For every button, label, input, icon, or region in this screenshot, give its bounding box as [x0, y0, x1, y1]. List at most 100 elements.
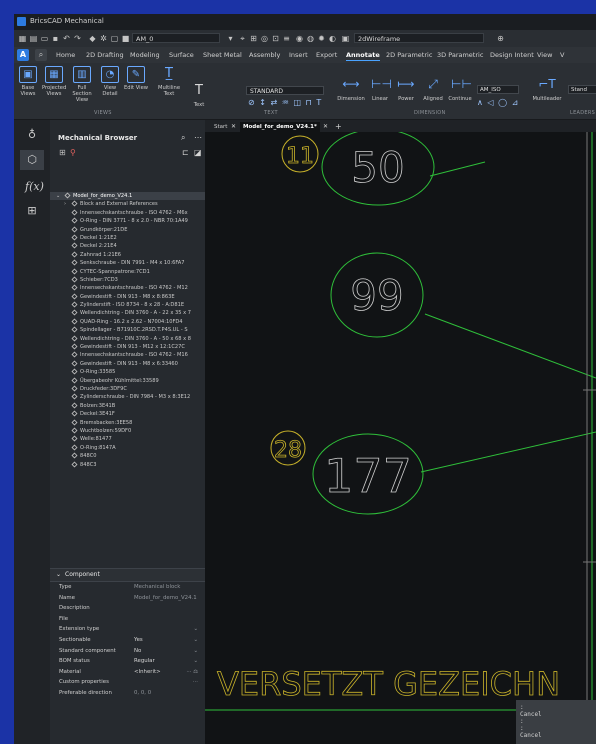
expand-icon[interactable]: ◪ — [194, 148, 202, 157]
layer-color-icon[interactable]: ■ — [121, 34, 130, 43]
tree-item[interactable]: 848C3 — [50, 460, 205, 469]
base-views-button[interactable]: ▣ Base Views — [16, 66, 40, 97]
tab-2d-parametric[interactable]: 2D Parametric — [386, 51, 432, 59]
multileader-button[interactable]: ⌐T Multileader — [532, 77, 562, 102]
property-row[interactable]: Material <Inherit> ··· ⚖ — [50, 667, 205, 678]
grid-icon[interactable]: ▦ — [18, 34, 27, 43]
close-icon[interactable]: ✕ — [231, 123, 236, 130]
text-tools-icons[interactable]: ⊘ ↕ ⇄ ♒ ◫ ⊓ T — [248, 98, 322, 107]
tree-item[interactable]: Zylinderschraube - DIN 7984 - M3 x 8:3E1… — [50, 393, 205, 401]
properties-section-header[interactable]: ⌄ Component — [50, 568, 205, 582]
more-icon[interactable]: ⋯ — [194, 133, 202, 142]
chevron-down-icon[interactable]: ⌄ — [56, 192, 60, 200]
dimension-style-dropdown[interactable]: AM_ISO — [477, 85, 519, 94]
tab-start[interactable]: Start — [211, 122, 230, 132]
property-row[interactable]: Type Mechanical block — [50, 582, 205, 593]
dimension-tools-icons[interactable]: ∧ ◁ ◯ ⊿ — [477, 98, 519, 107]
tab-3d-parametric[interactable]: 3D Parametric — [437, 51, 483, 59]
tree-item[interactable]: Gewindestift - DIN 913 - M8 x 6:33460 — [50, 360, 205, 368]
tree-item[interactable]: Innensechskantschraube - ISO 4762 - M12 — [50, 284, 205, 292]
polar-icon[interactable]: ◎ — [260, 34, 269, 43]
tree-item[interactable]: O-Ring - DIN 3771 - 8 x 2.0 - NBR 70:1A4… — [50, 217, 205, 225]
tab-modeling[interactable]: Modeling — [130, 51, 160, 59]
aligned-button[interactable]: ⤢ Aligned — [421, 77, 445, 102]
save-icon[interactable]: ▪ — [51, 34, 60, 43]
layer-freeze-icon[interactable]: ✲ — [99, 34, 108, 43]
tree-item[interactable]: Welle:81477 — [50, 435, 205, 443]
close-icon[interactable]: ✕ — [323, 123, 328, 130]
tree-item[interactable]: › Block and External References — [50, 200, 205, 208]
tree-item[interactable]: Grundkörper:21DE — [50, 226, 205, 234]
linear-button[interactable]: ⊢⊣ Linear — [369, 77, 392, 102]
property-row[interactable]: File — [50, 614, 205, 625]
lights-icon[interactable]: ✹ — [317, 34, 326, 43]
edit-view-button[interactable]: ✎ Edit View — [124, 66, 148, 91]
open-file-icon[interactable]: ▭ — [40, 34, 49, 43]
chevron-down-icon[interactable]: ⌄ — [193, 646, 198, 657]
property-row[interactable]: Name Model_for_demo_V24.1 — [50, 593, 205, 604]
tree-item[interactable]: CYTEC-Spannpatrone:7CD1 — [50, 268, 205, 276]
projected-views-button[interactable]: ▦ Projected Views — [42, 66, 66, 97]
property-row[interactable]: Custom properties ··· — [50, 677, 205, 688]
tree-root[interactable]: ⌄ Model_for_demo_V24.1 — [50, 192, 205, 201]
tab-home[interactable]: Home — [56, 51, 75, 59]
property-row[interactable]: Sectionable Yes ⌄ — [50, 635, 205, 646]
search-icon[interactable]: ⌕ — [35, 49, 47, 61]
tab-assembly[interactable]: Assembly — [249, 51, 280, 59]
tab-design-intent[interactable]: Design Intent — [490, 51, 534, 59]
tab-annotate[interactable]: Annotate — [346, 51, 380, 61]
tree-item[interactable]: Zahnrad 1:21E6 — [50, 251, 205, 259]
chevron-down-icon[interactable]: ⌄ — [193, 624, 198, 635]
tree-item[interactable]: Bremsbacken:3EE58 — [50, 419, 205, 427]
search-icon[interactable]: ⌕ — [181, 133, 185, 143]
snap-icon[interactable]: ⌖ — [238, 34, 247, 43]
full-section-view-button[interactable]: ▥ Full Section View — [70, 66, 94, 103]
tree-item[interactable]: 848C0 — [50, 452, 205, 460]
tree-item[interactable]: Deckel 2:21E4 — [50, 242, 205, 250]
lineweight-icon[interactable]: ≡ — [282, 34, 291, 43]
property-extra-icon[interactable]: ··· ⚖ — [186, 667, 198, 678]
filter-icon[interactable]: ⊞ — [59, 148, 66, 157]
ortho-icon[interactable]: ⊞ — [249, 34, 258, 43]
undo-icon[interactable]: ↶ — [62, 34, 71, 43]
new-tab-icon[interactable]: + — [335, 122, 342, 131]
link-icon[interactable]: ⚲ — [70, 148, 76, 157]
chevron-right-icon[interactable]: › — [64, 200, 66, 208]
tab-export[interactable]: Export — [316, 51, 337, 59]
property-value[interactable]: Regular — [134, 656, 155, 667]
property-extra-icon[interactable]: ··· — [193, 677, 198, 688]
tree-item[interactable]: Deckel 1:21E2 — [50, 234, 205, 242]
drawing-svg[interactable]: 50 99 177 11 28 VERSETZT GEZEICHN — [205, 132, 596, 744]
layer-lock-icon[interactable]: ▢ — [110, 34, 119, 43]
property-row[interactable]: Description — [50, 603, 205, 614]
property-value[interactable]: Yes — [134, 635, 143, 646]
chevron-down-icon[interactable]: ⌄ — [193, 635, 198, 646]
visual-style-icon[interactable]: ▣ — [341, 34, 350, 43]
dimension-button[interactable]: ⟷ Dimension — [336, 77, 366, 102]
tree-item[interactable]: O-Ring:8147A — [50, 444, 205, 452]
visual-style-dropdown[interactable]: 2dWireframe — [354, 33, 484, 43]
tree-item[interactable]: Innensechskantschraube - ISO 4762 - M6x — [50, 209, 205, 217]
leader-style-dropdown[interactable]: Stand — [568, 85, 596, 94]
property-value[interactable]: <Inherit> — [134, 667, 161, 678]
sky-icon[interactable]: ◐ — [328, 34, 337, 43]
tree-item[interactable]: Gewindestift - DIN 913 - M12 x 12:1C27C — [50, 343, 205, 351]
layer-dropdown[interactable]: AM_0 — [132, 33, 220, 43]
tree-item[interactable]: Deckel:3E41F — [50, 410, 205, 418]
property-row[interactable]: Extension type ⌄ — [50, 624, 205, 635]
tree-item[interactable]: O-Ring:33585 — [50, 368, 205, 376]
tab-surface[interactable]: Surface — [169, 51, 194, 59]
tab-more[interactable]: V — [560, 51, 564, 59]
text-style-dropdown[interactable]: STANDARD — [246, 86, 324, 95]
collapse-icon[interactable]: ⊏ — [182, 148, 189, 157]
tab-insert[interactable]: Insert — [289, 51, 308, 59]
tree-item[interactable]: QUAD-Ring - 16.2 x 2.62 - N7004:10FD4 — [50, 318, 205, 326]
tab-2d-drafting[interactable]: 2D Drafting — [86, 51, 124, 59]
tree-item[interactable]: Senkschraube - DIN 7991 - M4 x 10:6FA7 — [50, 259, 205, 267]
render-icon[interactable]: ◉ — [295, 34, 304, 43]
new-file-icon[interactable]: ▤ — [29, 34, 38, 43]
text-button[interactable]: T Text — [190, 83, 208, 108]
property-value[interactable]: No — [134, 646, 141, 657]
tree-item[interactable]: Druckfeder:3DF9C — [50, 385, 205, 393]
tree-item[interactable]: Übergabeohr Kühlmittel:33589 — [50, 377, 205, 385]
